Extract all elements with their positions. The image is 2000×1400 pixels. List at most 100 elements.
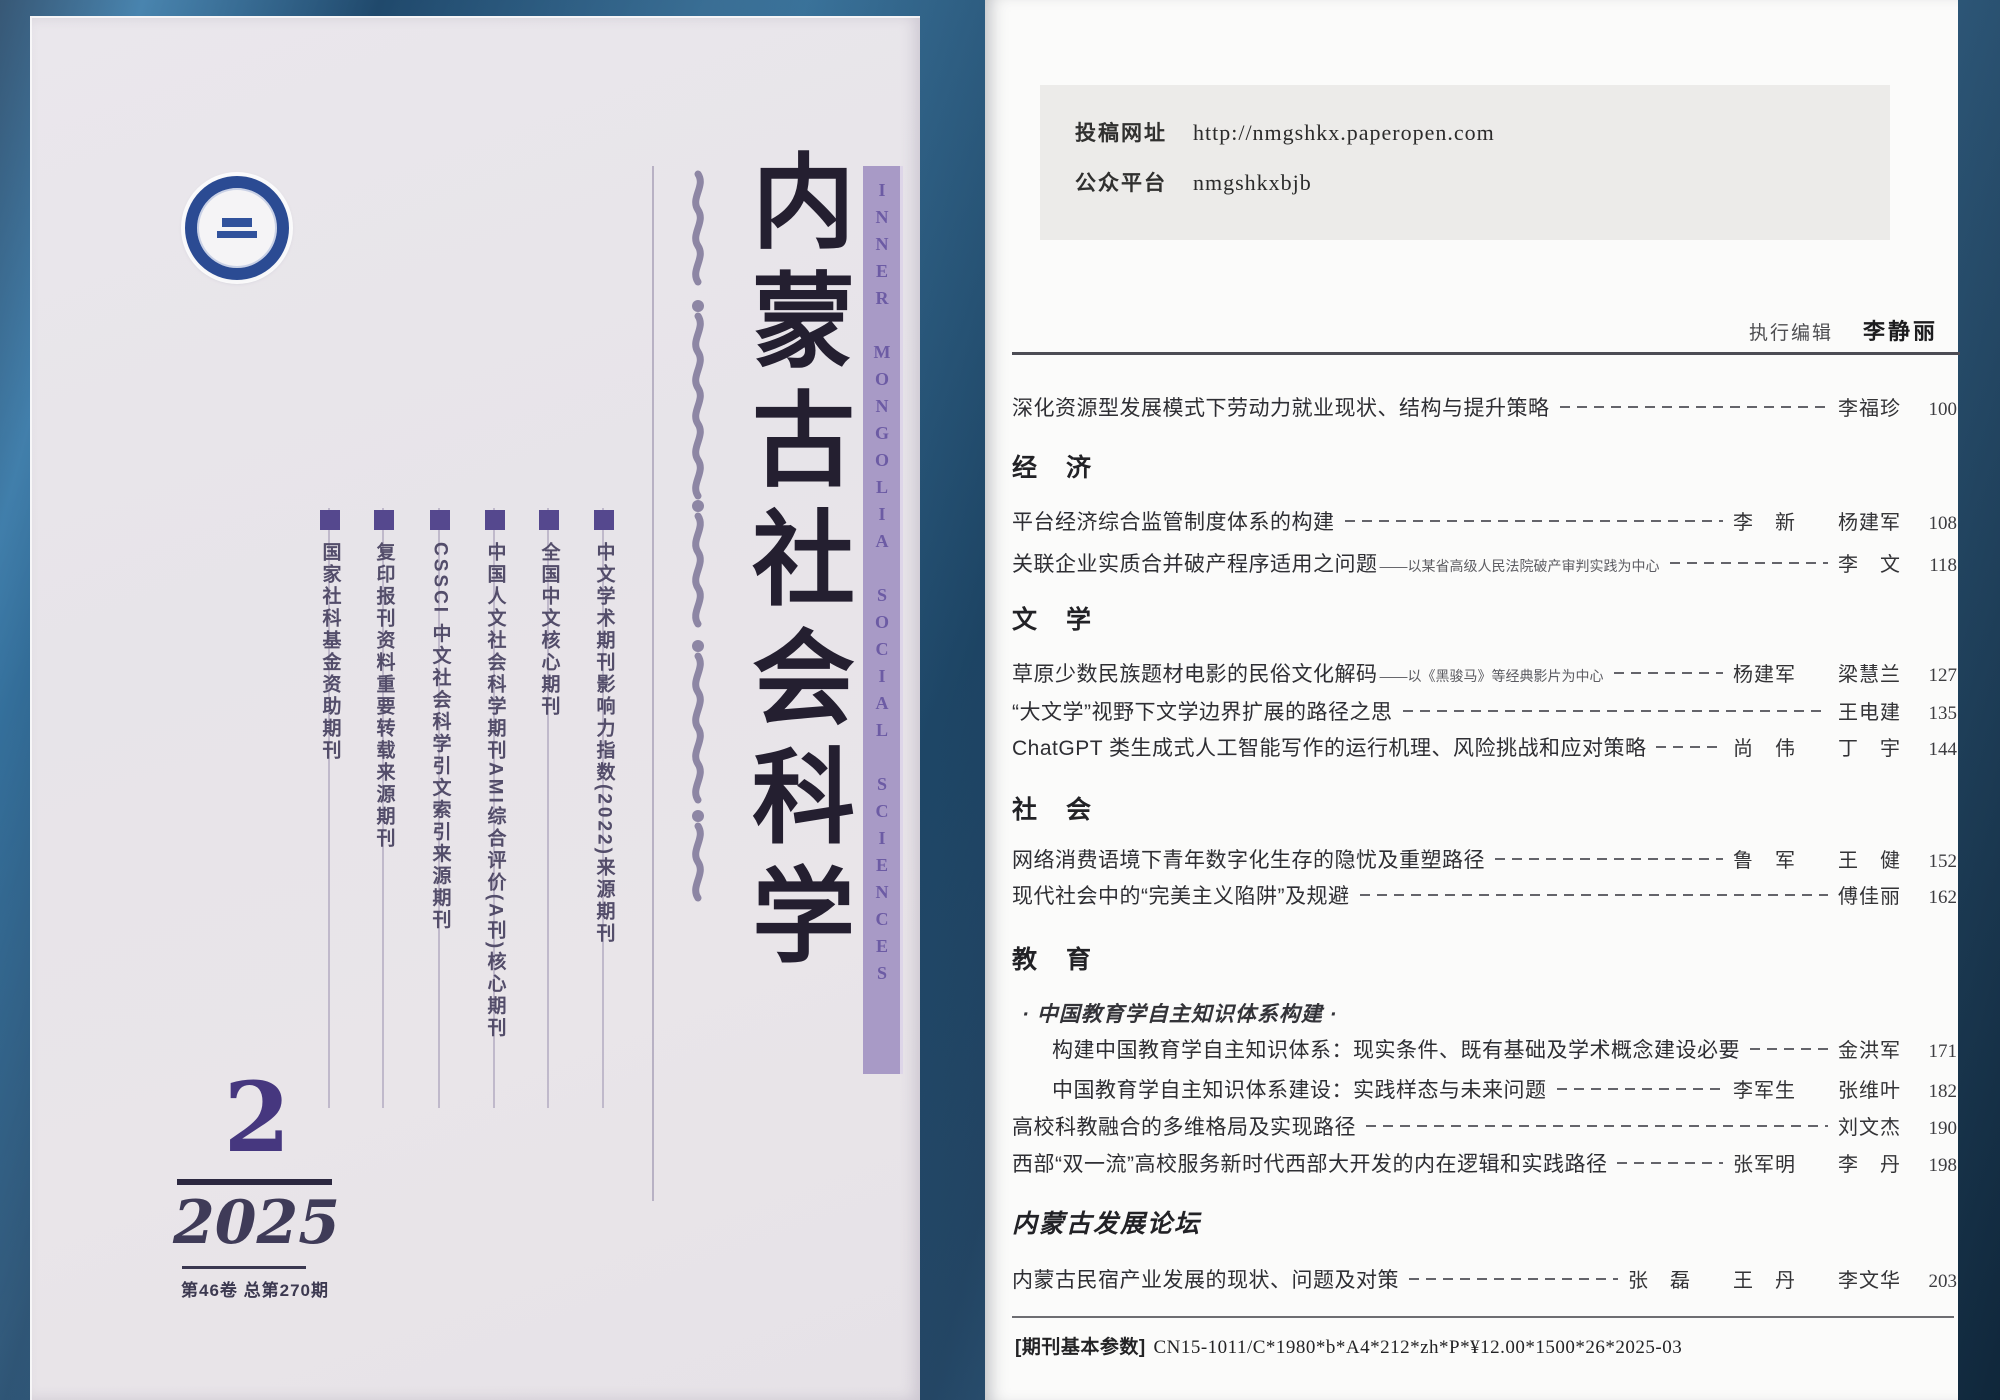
entry-authors: 李福珍 bbox=[1838, 392, 1901, 421]
journal-title-vertical: 内蒙古社会科学 bbox=[728, 148, 860, 1098]
toc-entry: 内蒙古民宿产业发展的现状、问题及对策 张 磊 王 丹 李文华 203 bbox=[1012, 1264, 1957, 1294]
section-header-forum: 内蒙古发展论坛 bbox=[1012, 1204, 1201, 1240]
journal-seal-icon bbox=[185, 176, 289, 280]
entry-subtitle: ——以某省高级人民法院破产审判实践为中心 bbox=[1380, 556, 1660, 576]
dot-leader bbox=[1366, 1125, 1828, 1127]
toc-entry: 深化资源型发展模式下劳动力就业现状、结构与提升策略 李福珍 100 bbox=[1012, 392, 1957, 422]
honor-text: 国家社科基金资助期刊 bbox=[321, 542, 340, 762]
entry-authors: 尚 伟 丁 宇 bbox=[1733, 732, 1901, 761]
bullet-square-icon bbox=[374, 510, 394, 530]
issue-divider-line-2 bbox=[182, 1266, 306, 1269]
column-subheader: · 中国教育学自主知识体系构建 · bbox=[1022, 998, 1338, 1028]
entry-title: 关联企业实质合并破产程序适用之问题 bbox=[1012, 548, 1378, 578]
entry-title: 深化资源型发展模式下劳动力就业现状、结构与提升策略 bbox=[1012, 392, 1550, 422]
parameters-label: [期刊基本参数] bbox=[1015, 1337, 1146, 1358]
entry-authors: 傅佳丽 bbox=[1838, 880, 1901, 909]
section-header-education: 教 育 bbox=[1012, 940, 1093, 976]
entry-authors: 王电建 bbox=[1838, 696, 1901, 725]
mongolian-script-decoration bbox=[670, 166, 726, 926]
entry-page: 144 bbox=[1911, 739, 1957, 761]
entry-title: 现代社会中的“完美主义陷阱”及规避 bbox=[1012, 880, 1350, 910]
dot-leader bbox=[1345, 520, 1724, 522]
toc-entry: “大文学”视野下文学边界扩展的路径之思 王电建 135 bbox=[1012, 696, 1957, 726]
toc-entry: 中国教育学自主知识体系建设：实践样态与未来问题 李军生 张维叶 182 bbox=[1052, 1074, 1957, 1104]
toc-divider-bottom bbox=[1012, 1316, 1954, 1318]
editor-name: 李静丽 bbox=[1863, 314, 1938, 346]
dot-leader bbox=[1560, 406, 1829, 408]
honor-column: 中国人文社会科学期刊AMI综合评价(A刊)核心期刊 bbox=[471, 510, 519, 1039]
toc-entry: 平台经济综合监管制度体系的构建 李 新 杨建军 108 bbox=[1012, 506, 1957, 536]
honor-column: 国家社科基金资助期刊 bbox=[306, 510, 354, 762]
entry-authors: 金洪军 bbox=[1838, 1034, 1901, 1063]
volume-info: 第46卷 总第270期 bbox=[170, 1276, 340, 1301]
submission-url: http://nmgshkx.paperopen.com bbox=[1193, 120, 1495, 146]
toc-entry: 西部“双一流”高校服务新时代西部大开发的内在逻辑和实践路径 张军明 李 丹 19… bbox=[1012, 1148, 1957, 1178]
honor-column: 中文学术期刊影响力指数(2022)来源期刊 bbox=[580, 510, 628, 945]
entry-authors: 李 文 bbox=[1838, 548, 1901, 577]
wechat-label: 公众平台 bbox=[1075, 167, 1167, 197]
dot-leader bbox=[1670, 562, 1829, 564]
editor-label: 执行编辑 bbox=[1749, 318, 1833, 345]
entry-page: 152 bbox=[1911, 851, 1957, 873]
entry-title: 平台经济综合监管制度体系的构建 bbox=[1012, 506, 1335, 536]
toc-entry: 现代社会中的“完美主义陷阱”及规避 傅佳丽 162 bbox=[1012, 880, 1957, 910]
section-header-society: 社 会 bbox=[1012, 790, 1093, 826]
journal-cover: 国家社科基金资助期刊 复印报刊资料重要转载来源期刊 CSSCI 中文社会科学引文… bbox=[30, 16, 920, 1400]
dot-leader bbox=[1750, 1048, 1828, 1050]
entry-subtitle: ——以《黑骏马》等经典影片为中心 bbox=[1380, 666, 1604, 686]
submission-info-box: 投稿网址 http://nmgshkx.paperopen.com 公众平台 n… bbox=[1040, 85, 1890, 240]
honor-text: 中国人文社会科学期刊AMI综合评价(A刊)核心期刊 bbox=[486, 542, 505, 1039]
journal-parameters: [期刊基本参数] CN15-1011/C*1980*b*A4*212*zh*P*… bbox=[1015, 1332, 1682, 1359]
entry-authors: 刘文杰 bbox=[1838, 1111, 1901, 1140]
entry-title: 中国教育学自主知识体系建设：实践样态与未来问题 bbox=[1052, 1074, 1547, 1104]
dot-leader bbox=[1409, 1278, 1618, 1280]
honor-text: 复印报刊资料重要转载来源期刊 bbox=[375, 542, 394, 850]
issue-divider-line bbox=[177, 1179, 332, 1185]
entry-page: 100 bbox=[1911, 399, 1957, 421]
entry-title: 构建中国教育学自主知识体系：现实条件、既有基础及学术概念建设必要 bbox=[1052, 1034, 1740, 1064]
honor-text: 全国中文核心期刊 bbox=[540, 542, 559, 718]
executive-editor: 执行编辑 李静丽 bbox=[1749, 314, 1938, 346]
entry-title: 草原少数民族题材电影的民俗文化解码 bbox=[1012, 658, 1378, 688]
dot-leader bbox=[1403, 710, 1829, 712]
dot-leader bbox=[1557, 1088, 1724, 1090]
entry-page: 182 bbox=[1911, 1081, 1957, 1103]
bullet-square-icon bbox=[430, 510, 450, 530]
toc-entry: 草原少数民族题材电影的民俗文化解码 ——以《黑骏马》等经典影片为中心 杨建军 梁… bbox=[1012, 658, 1957, 688]
honor-column: 全国中文核心期刊 bbox=[525, 510, 573, 718]
entry-authors: 杨建军 梁慧兰 bbox=[1733, 658, 1901, 687]
entry-authors: 李军生 张维叶 bbox=[1733, 1074, 1901, 1103]
entry-title: “大文学”视野下文学边界扩展的路径之思 bbox=[1012, 696, 1393, 726]
toc-entry: 关联企业实质合并破产程序适用之问题 ——以某省高级人民法院破产审判实践为中心 李… bbox=[1012, 548, 1957, 578]
entry-title: 高校科教融合的多维格局及实现路径 bbox=[1012, 1111, 1356, 1141]
toc-entry: 构建中国教育学自主知识体系：现实条件、既有基础及学术概念建设必要 金洪军 171 bbox=[1052, 1034, 1957, 1064]
entry-title: 西部“双一流”高校服务新时代西部大开发的内在逻辑和实践路径 bbox=[1012, 1148, 1607, 1178]
honor-text: CSSCI 中文社会科学引文索引来源期刊 bbox=[431, 542, 450, 931]
entry-authors: 张军明 李 丹 bbox=[1733, 1148, 1901, 1177]
entry-page: 108 bbox=[1911, 513, 1957, 535]
bullet-square-icon bbox=[594, 510, 614, 530]
section-header-economy: 经 济 bbox=[1012, 448, 1093, 484]
entry-title: 内蒙古民宿产业发展的现状、问题及对策 bbox=[1012, 1264, 1399, 1294]
entry-page: 127 bbox=[1911, 665, 1957, 687]
toc-page: 投稿网址 http://nmgshkx.paperopen.com 公众平台 n… bbox=[985, 0, 1958, 1400]
wechat-id: nmgshkxbjb bbox=[1193, 170, 1312, 196]
honor-column: CSSCI 中文社会科学引文索引来源期刊 bbox=[416, 510, 464, 931]
toc-entry: ChatGPT 类生成式人工智能写作的运行机理、风险挑战和应对策略 尚 伟 丁 … bbox=[1012, 732, 1957, 762]
bullet-square-icon bbox=[320, 510, 340, 530]
dot-leader bbox=[1495, 858, 1723, 860]
entry-page: 171 bbox=[1911, 1041, 1957, 1063]
submission-url-label: 投稿网址 bbox=[1075, 117, 1167, 147]
entry-authors: 张 磊 王 丹 李文华 bbox=[1628, 1264, 1901, 1293]
entry-page: 190 bbox=[1911, 1118, 1957, 1140]
entry-page: 162 bbox=[1911, 887, 1957, 909]
honor-text: 中文学术期刊影响力指数(2022)来源期刊 bbox=[595, 542, 614, 945]
toc-entry: 高校科教融合的多维格局及实现路径 刘文杰 190 bbox=[1012, 1111, 1957, 1141]
entry-authors: 鲁 军 王 健 bbox=[1733, 844, 1901, 873]
dot-leader bbox=[1360, 894, 1829, 896]
honor-column: 复印报刊资料重要转载来源期刊 bbox=[360, 510, 408, 850]
issue-year: 2025 bbox=[169, 1188, 344, 1258]
entry-page: 135 bbox=[1911, 703, 1957, 725]
issue-number: 2 bbox=[178, 1068, 336, 1169]
entry-page: 118 bbox=[1911, 555, 1957, 577]
